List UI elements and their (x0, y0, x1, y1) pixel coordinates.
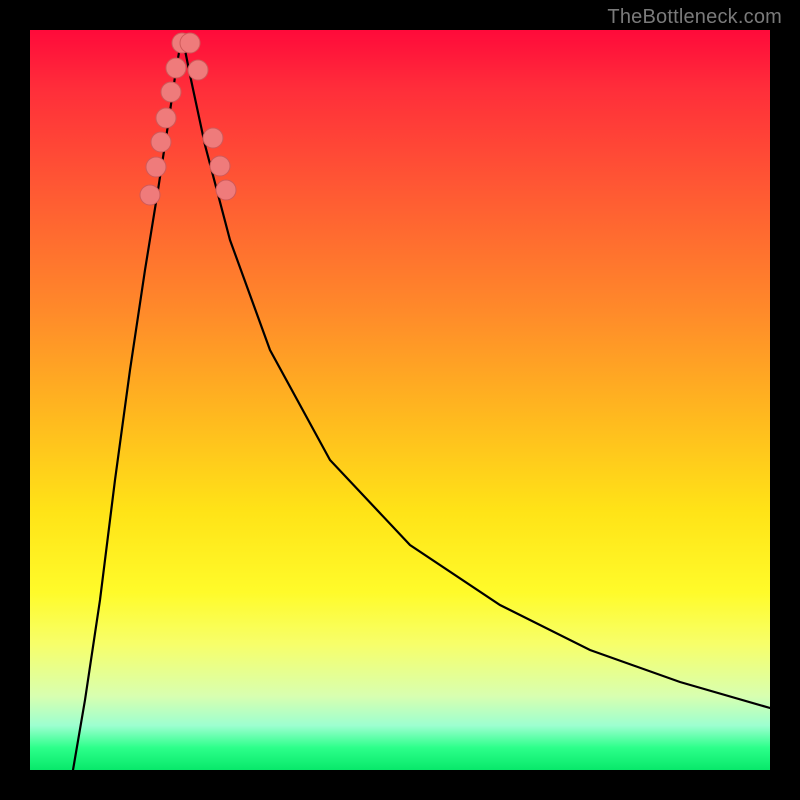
curve-svg (30, 30, 770, 770)
marker-dot (140, 185, 160, 205)
chart-frame: TheBottleneck.com (0, 0, 800, 800)
marker-dot (151, 132, 171, 152)
marker-dot (156, 108, 176, 128)
watermark-text: TheBottleneck.com (607, 6, 782, 29)
marker-dot (180, 33, 200, 53)
curve-right-branch (182, 35, 770, 708)
marker-dot (166, 58, 186, 78)
marker-dot (188, 60, 208, 80)
marker-dot (216, 180, 236, 200)
highlighted-markers (140, 33, 236, 205)
marker-dot (203, 128, 223, 148)
marker-dot (161, 82, 181, 102)
plot-area (30, 30, 770, 770)
marker-dot (146, 157, 166, 177)
marker-dot (210, 156, 230, 176)
